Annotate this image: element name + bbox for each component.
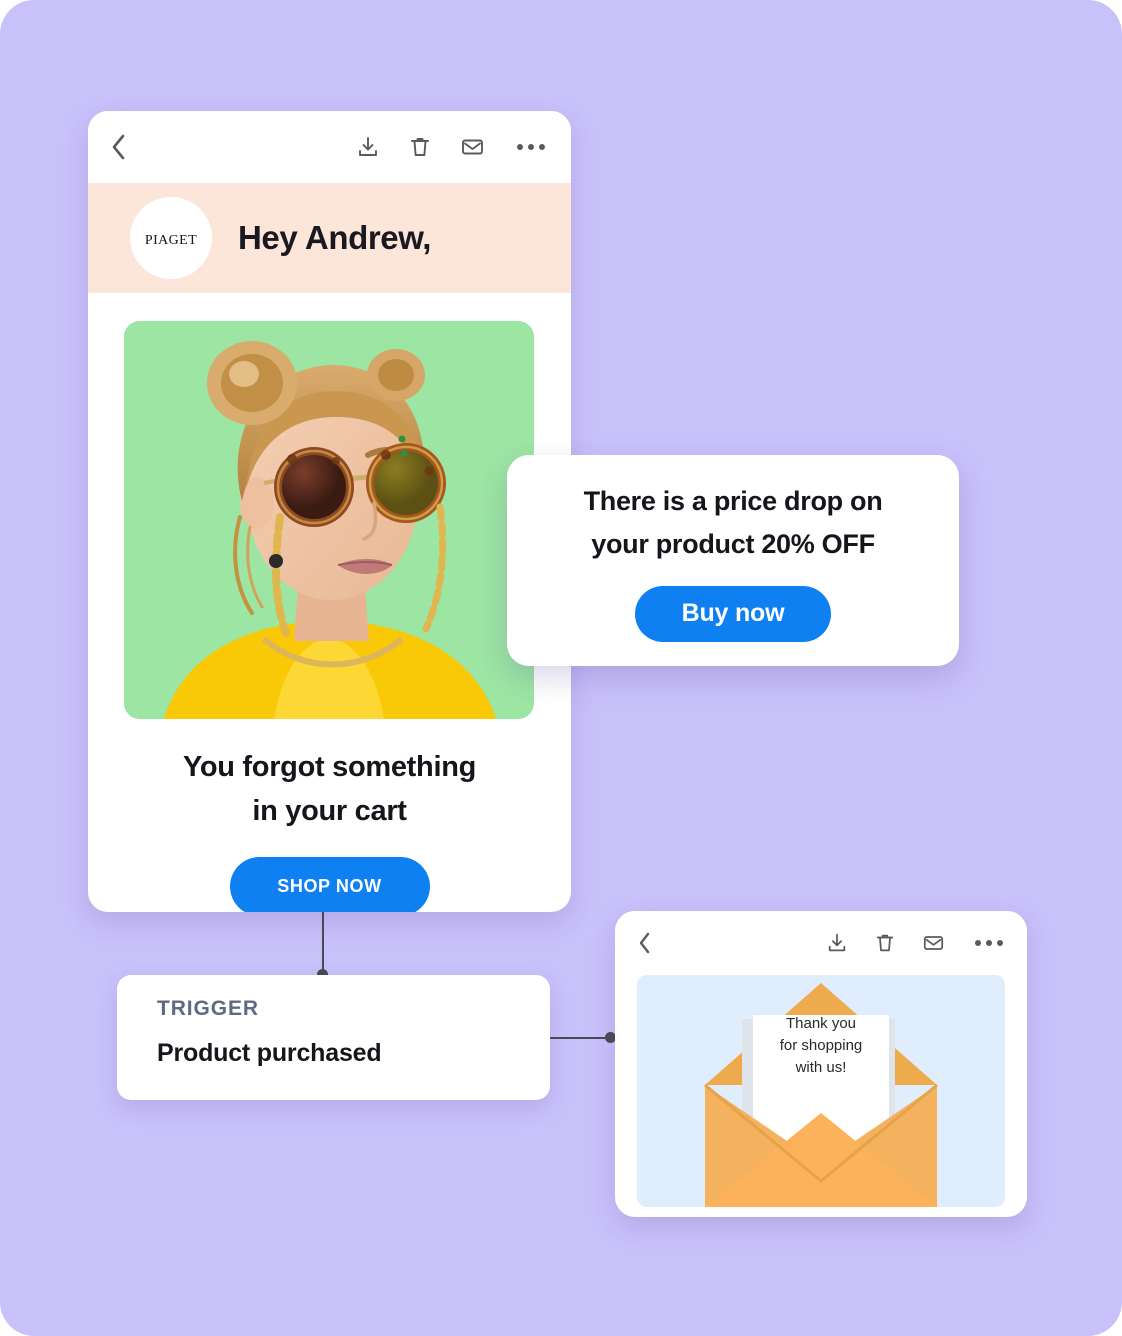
note-line1: Thank you [785, 1015, 857, 1032]
email-preview-card-thank-you: Thank you for shopping with us! [615, 911, 1027, 1217]
connector-line-vertical [322, 912, 324, 974]
trigger-label: TRIGGER [157, 997, 259, 1020]
note-line2: for shopping [779, 1037, 863, 1054]
brand-logo-piaget: PIAGET [130, 197, 212, 279]
email-brand-band: PIAGET Hey Andrew, [88, 183, 571, 293]
hero-image-wrap [88, 293, 571, 719]
shop-now-button[interactable]: SHOP NOW [229, 857, 430, 912]
trigger-node-card[interactable]: TRIGGER Product purchased [117, 975, 550, 1100]
email-greeting: Hey Andrew, [238, 219, 432, 256]
cart-headline-line2: in your cart [252, 795, 407, 827]
price-drop-line2: your product 20% OFF [591, 528, 875, 559]
buy-now-button[interactable]: Buy now [635, 585, 831, 642]
envelope-icon[interactable] [460, 135, 485, 159]
price-drop-popup-card: There is a price drop on your product 20… [507, 455, 959, 666]
email-preview-card-abandoned-cart: PIAGET Hey Andrew, [88, 111, 571, 912]
cart-headline-line1: You forgot something [182, 751, 477, 783]
more-dots-icon[interactable] [517, 144, 545, 150]
chevron-left-icon[interactable] [637, 931, 652, 955]
email-toolbar-thanks [615, 911, 1027, 975]
thank-you-note-text: Thank you for shopping with us! [746, 1013, 896, 1079]
envelope-icon[interactable] [922, 932, 945, 954]
more-dots-icon[interactable] [975, 940, 1003, 946]
hero-photo-model-sunglasses [124, 321, 534, 719]
trash-icon[interactable] [408, 135, 432, 159]
email-toolbar [88, 111, 571, 183]
thank-you-envelope-illustration: Thank you for shopping with us! [637, 975, 1005, 1207]
note-line3: with us! [795, 1059, 847, 1076]
price-drop-line1: There is a price drop on [583, 485, 883, 516]
trash-icon[interactable] [874, 932, 896, 954]
workflow-canvas: PIAGET Hey Andrew, [0, 0, 1122, 1336]
brand-logo-label: PIAGET [144, 226, 198, 249]
price-drop-message: There is a price drop on your product 20… [560, 480, 907, 566]
download-icon[interactable] [826, 932, 848, 954]
thank-you-illustration-wrap: Thank you for shopping with us! [615, 975, 1027, 1207]
download-icon[interactable] [356, 135, 380, 159]
trigger-value: Product purchased [157, 1039, 382, 1067]
cart-headline: You forgot something in your cart [88, 745, 571, 833]
chevron-left-icon[interactable] [110, 133, 127, 161]
